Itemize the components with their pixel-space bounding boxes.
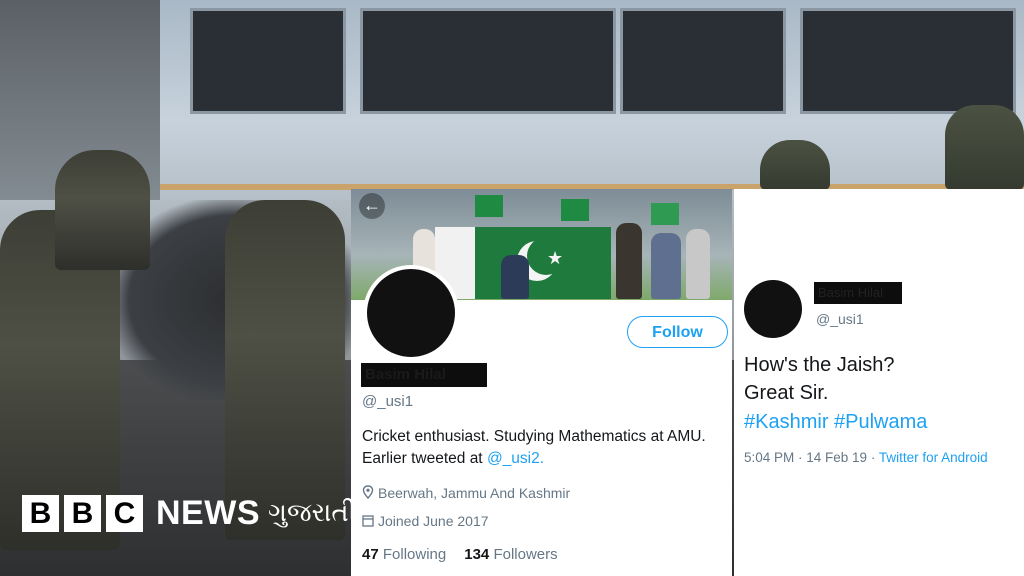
profile-counts: 47 Following 134 Followers [362, 546, 558, 563]
back-arrow-icon[interactable]: ← [359, 193, 385, 219]
profile-display-name: Basim Hilal [361, 363, 487, 387]
person-figure [686, 229, 710, 299]
soldier-figure [225, 200, 345, 540]
tweet-meta: 5:04 PM · 14 Feb 19 · Twitter for Androi… [744, 450, 988, 465]
followers-count: 134 [464, 546, 490, 563]
followers-link[interactable]: 134 Followers [464, 546, 557, 563]
green-flag [651, 203, 679, 225]
tweet-card: Basim Hilal @_usi1 How's the Jaish? Grea… [734, 189, 1024, 576]
person-figure [651, 233, 681, 299]
person-figure [501, 255, 529, 299]
calendar-icon [362, 515, 374, 527]
tweet-line: How's the Jaish? [744, 354, 895, 376]
star-icon: ★ [547, 248, 564, 268]
tweet-display-name: Basim Hilal [814, 282, 902, 304]
bus-window [620, 8, 786, 114]
profile-handle[interactable]: @_usi1 [362, 393, 413, 410]
location-text: Beerwah, Jammu And Kashmir [378, 485, 571, 501]
tweet-timestamp: 5:04 PM · 14 Feb 19 · [744, 450, 879, 465]
tweet-hashtags[interactable]: #Kashmir #Pulwama [744, 411, 927, 434]
profile-bio: Cricket enthusiast. Studying Mathematics… [362, 426, 732, 470]
following-link[interactable]: 47 Following [362, 546, 446, 563]
bbc-letter-block: B [64, 494, 101, 532]
soldier-figure [945, 105, 1024, 190]
bbc-news-logo: B B C NEWS ગુજરાતી [22, 494, 356, 532]
bio-line: Earlier tweeted at @_usi2. [362, 448, 732, 470]
bus-window [190, 8, 346, 114]
green-flag [475, 195, 503, 217]
twitter-profile-card: ← ★ Follow Basim Hilal @_usi1 Cricket en… [351, 189, 732, 576]
green-flag [561, 199, 589, 221]
soldier-figure [760, 140, 830, 190]
tweet-source[interactable]: Twitter for Android [879, 450, 988, 465]
avatar[interactable] [363, 265, 459, 361]
tweet-handle[interactable]: @_usi1 [816, 311, 864, 327]
followers-label: Followers [493, 546, 558, 563]
follow-button[interactable]: Follow [627, 316, 728, 348]
profile-joined: Joined June 2017 [362, 513, 489, 529]
location-pin-icon [362, 485, 374, 500]
bbc-language-label: ગુજરાતી [268, 497, 357, 527]
bio-link[interactable]: @_usi2. [487, 450, 544, 467]
tweet-line: Great Sir. [744, 382, 829, 404]
bus-window [360, 8, 616, 114]
person-figure [616, 223, 642, 299]
soldier-figure [55, 150, 150, 270]
following-count: 47 [362, 546, 379, 563]
avatar[interactable] [744, 280, 802, 338]
bbc-letter-block: B [22, 494, 59, 532]
following-label: Following [382, 546, 447, 563]
joined-text: Joined June 2017 [378, 513, 489, 529]
bus-window [800, 8, 1016, 114]
bbc-news-wordmark: NEWS [156, 493, 260, 532]
bio-line: Cricket enthusiast. Studying Mathematics… [362, 428, 706, 445]
profile-location: Beerwah, Jammu And Kashmir [362, 485, 570, 501]
bbc-letter-block: C [106, 494, 143, 532]
bio-text: Earlier tweeted at [362, 450, 487, 467]
tweet-text: How's the Jaish? Great Sir. [744, 351, 1024, 407]
